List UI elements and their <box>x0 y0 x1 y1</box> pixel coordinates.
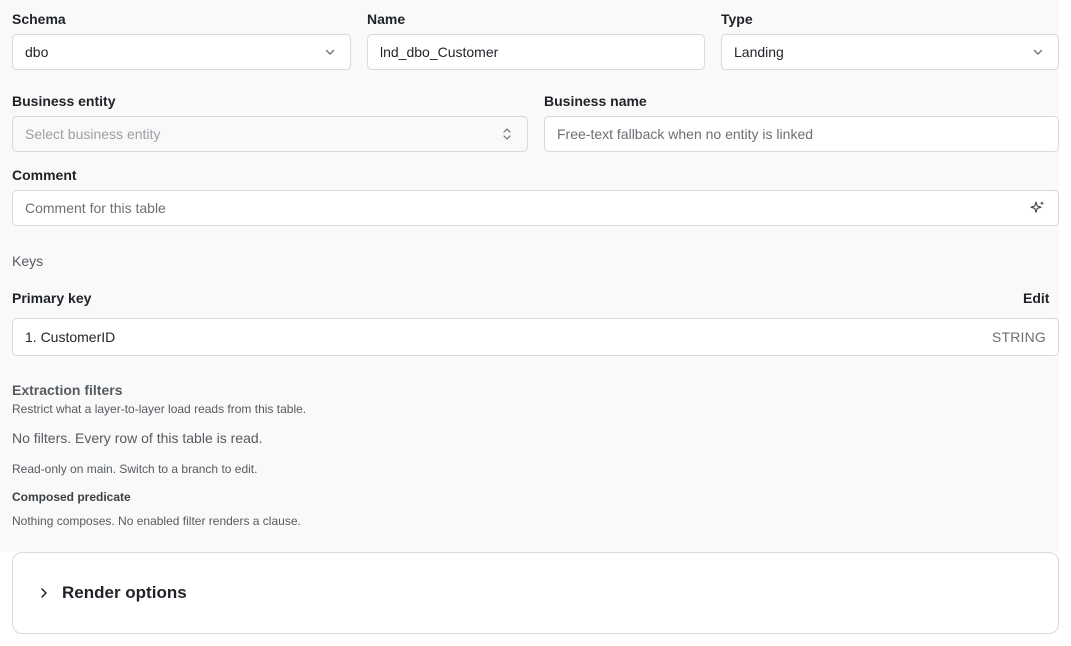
business-name-input[interactable]: Free-text fallback when no entity is lin… <box>544 116 1059 152</box>
business-entity-select[interactable]: Select business entity <box>12 116 528 152</box>
primary-key-row: 1. CustomerID STRING <box>12 318 1059 356</box>
business-name-label: Business name <box>544 93 647 109</box>
type-select[interactable]: Landing <box>721 34 1059 70</box>
schema-value: dbo <box>25 44 49 60</box>
business-name-placeholder: Free-text fallback when no entity is lin… <box>557 126 814 142</box>
extraction-filters-subtitle: Restrict what a layer-to-layer load read… <box>12 402 307 416</box>
composed-predicate-label: Composed predicate <box>12 490 131 504</box>
schema-label: Schema <box>12 11 66 27</box>
edit-primary-key-button[interactable]: Edit <box>1023 290 1049 306</box>
type-label: Type <box>721 11 753 27</box>
schema-select[interactable]: dbo <box>12 34 351 70</box>
chevron-updown-icon <box>499 126 515 142</box>
extraction-filters-empty-text: No filters. Every row of this table is r… <box>12 430 263 446</box>
primary-key-column-name: 1. CustomerID <box>25 329 116 345</box>
chevron-down-icon <box>322 44 338 60</box>
primary-key-label: Primary key <box>12 290 92 306</box>
name-label: Name <box>367 11 406 27</box>
comment-input[interactable]: Comment for this table <box>12 190 1059 226</box>
readonly-note: Read-only on main. Switch to a branch to… <box>12 462 258 476</box>
comment-label: Comment <box>12 167 77 183</box>
business-entity-label: Business entity <box>12 93 116 109</box>
sparkle-icon[interactable] <box>1030 200 1046 216</box>
extraction-filters-title: Extraction filters <box>12 382 123 398</box>
business-entity-placeholder: Select business entity <box>25 126 161 142</box>
name-input[interactable]: lnd_dbo_Customer <box>367 34 705 70</box>
primary-key-column-type: STRING <box>991 329 1046 345</box>
composed-predicate-text: Nothing composes. No enabled filter rend… <box>12 514 301 528</box>
render-options-toggle[interactable]: Render options <box>12 552 1059 634</box>
type-value: Landing <box>734 44 784 60</box>
keys-section-title: Keys <box>12 253 44 269</box>
comment-placeholder: Comment for this table <box>25 200 166 216</box>
chevron-down-icon <box>1030 44 1046 60</box>
render-options-title: Render options <box>62 583 187 602</box>
name-value: lnd_dbo_Customer <box>380 44 499 60</box>
chevron-right-icon <box>39 587 53 599</box>
